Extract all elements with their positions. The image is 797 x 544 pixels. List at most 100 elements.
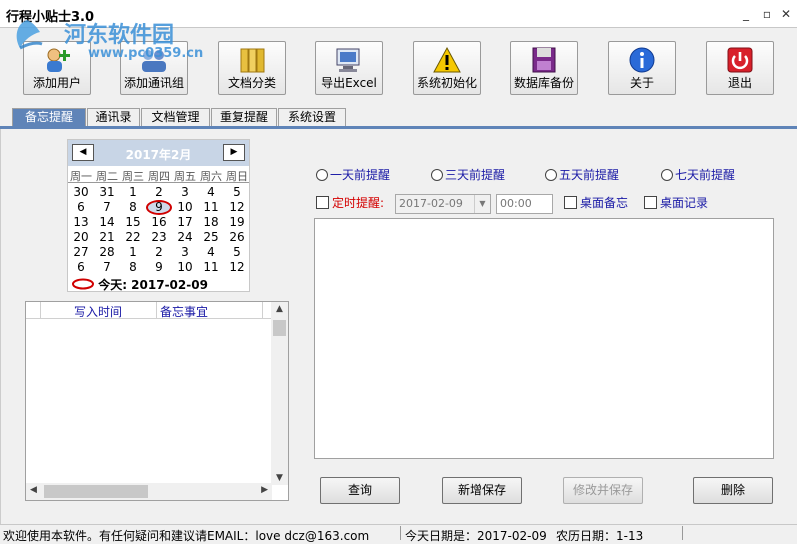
calendar-day[interactable]: 24 [172,230,198,244]
scroll-right-icon[interactable]: ▶ [261,485,268,495]
export-excel-button[interactable]: 导出Excel [315,41,383,95]
calendar-day[interactable]: 3 [172,185,198,199]
close-button[interactable]: ✕ [777,6,795,22]
calendar-today[interactable]: 今天: 2017-02-09 [72,276,208,293]
calendar-day[interactable]: 12 [224,260,250,274]
about-button[interactable]: 关于 [608,41,676,95]
calendar-day[interactable]: 19 [224,215,250,229]
calendar-header: ◀ 2017年2月 ▶ [68,140,249,166]
memo-list-vertical-scrollbar[interactable]: ▲ ▼ [271,302,288,485]
window-title: 行程小贴士3.0 [6,10,95,25]
calendar-day[interactable]: 5 [224,185,250,199]
scroll-down-icon[interactable]: ▼ [271,473,288,483]
tab-memo-reminder[interactable]: 备忘提醒 [12,108,86,128]
modify-save-button[interactable]: 修改并保存 [563,477,643,504]
calendar-day[interactable]: 1 [120,185,146,199]
reminder-time-value: 00:00 [500,197,532,210]
calendar-day[interactable]: 15 [120,215,146,229]
calendar-weekday: 周五 [174,170,196,183]
calendar-day[interactable]: 9 [146,260,172,274]
calendar-day[interactable]: 8 [120,260,146,274]
calendar-today-label: 今天: 2017-02-09 [98,278,208,292]
calendar-day[interactable]: 30 [68,185,94,199]
calendar-day[interactable]: 11 [198,260,224,274]
calendar-day[interactable]: 17 [172,215,198,229]
status-today: 今天日期是：2017-02-09 [405,529,547,543]
calendar-weekday: 周日 [226,170,248,183]
status-separator [682,526,683,540]
doc-category-button[interactable]: 文档分类 [218,41,286,95]
desktop-record-checkbox[interactable]: 桌面记录 [644,194,708,214]
calendar-day-selected[interactable]: 9 [146,200,172,215]
calendar-day[interactable]: 6 [68,200,94,214]
calendar-day[interactable]: 25 [198,230,224,244]
calendar-day[interactable]: 14 [94,215,120,229]
calendar-day[interactable]: 10 [172,260,198,274]
horizontal-scroll-thumb[interactable] [44,485,148,498]
system-init-button[interactable]: 系统初始化 [413,41,481,95]
maximize-button[interactable]: ▫ [758,6,776,22]
vertical-scroll-thumb[interactable] [273,320,286,336]
scroll-up-icon[interactable]: ▲ [271,304,288,314]
calendar-day[interactable]: 7 [94,260,120,274]
radio-five-days-before[interactable]: 五天前提醒 [545,166,619,182]
calendar-day[interactable]: 27 [68,245,94,259]
radio-three-days-before[interactable]: 三天前提醒 [431,166,505,182]
calendar-day[interactable]: 1 [120,245,146,259]
calendar-day[interactable]: 4 [198,245,224,259]
chevron-down-icon[interactable]: ▼ [474,195,490,213]
calendar-day[interactable]: 10 [172,200,198,214]
tab-contacts[interactable]: 通讯录 [87,108,140,127]
memo-list[interactable]: 写入时间 备忘事宜 ▲ ▼ ◀ ▶ [25,301,289,501]
reminder-date-picker[interactable]: 2017-02-09 ▼ [395,194,491,214]
calendar-day[interactable]: 16 [146,215,172,229]
minimize-button[interactable]: _ [737,6,755,22]
calendar[interactable]: ◀ 2017年2月 ▶ 周一 周二 周三 周四 周五 周六 周日 30 31 1 2 3 4 5 6 7 8 9… [67,139,250,292]
status-lunar: 农历日期：1-13 [556,529,644,543]
calendar-day[interactable]: 2 [146,245,172,259]
column-write-time[interactable]: 写入时间 [74,303,122,320]
calendar-day[interactable]: 26 [224,230,250,244]
reminder-time-input[interactable]: 00:00 [496,194,553,214]
db-backup-button[interactable]: 数据库备份 [510,41,578,95]
calendar-day[interactable]: 28 [94,245,120,259]
calendar-day[interactable]: 13 [68,215,94,229]
calendar-weekday: 周二 [96,170,118,183]
calendar-day[interactable]: 12 [224,200,250,214]
timed-reminder-checkbox[interactable]: 定时提醒: [316,194,384,214]
next-month-button[interactable]: ▶ [223,144,245,161]
calendar-day[interactable]: 2 [146,185,172,199]
scroll-left-icon[interactable]: ◀ [30,485,37,495]
radio-one-day-before[interactable]: 一天前提醒 [316,166,390,182]
desktop-memo-checkbox[interactable]: 桌面备忘 [564,194,628,214]
memo-list-horizontal-scrollbar[interactable]: ◀ ▶ [26,483,272,500]
calendar-day[interactable]: 7 [94,200,120,214]
add-save-button[interactable]: 新增保存 [442,477,522,504]
calendar-day[interactable]: 11 [198,200,224,214]
exit-button[interactable]: 退出 [706,41,774,95]
calendar-day[interactable]: 6 [68,260,94,274]
calendar-day[interactable]: 22 [120,230,146,244]
query-button[interactable]: 查询 [320,477,400,504]
calendar-weekday: 周六 [200,170,222,183]
calendar-day[interactable]: 8 [120,200,146,214]
calendar-day[interactable]: 20 [68,230,94,244]
memo-textarea[interactable] [314,218,774,459]
column-memo-item[interactable]: 备忘事宜 [160,303,208,320]
add-user-button[interactable]: 添加用户 [23,41,91,95]
delete-button[interactable]: 删除 [693,477,773,504]
desktop-record-label: 桌面记录 [660,196,709,210]
radio-seven-days-before[interactable]: 七天前提醒 [661,166,735,182]
calendar-day[interactable]: 3 [172,245,198,259]
doc-category-label: 文档分类 [227,76,276,90]
calendar-day[interactable]: 4 [198,185,224,199]
calendar-day[interactable]: 5 [224,245,250,259]
add-contact-group-button[interactable]: 添加通讯组 [120,41,188,95]
tab-settings[interactable]: 系统设置 [278,108,346,127]
calendar-day[interactable]: 21 [94,230,120,244]
calendar-day[interactable]: 31 [94,185,120,199]
calendar-day[interactable]: 18 [198,215,224,229]
calendar-day[interactable]: 23 [146,230,172,244]
tab-repeat-reminder[interactable]: 重复提醒 [211,108,277,127]
tab-documents[interactable]: 文档管理 [141,108,210,127]
